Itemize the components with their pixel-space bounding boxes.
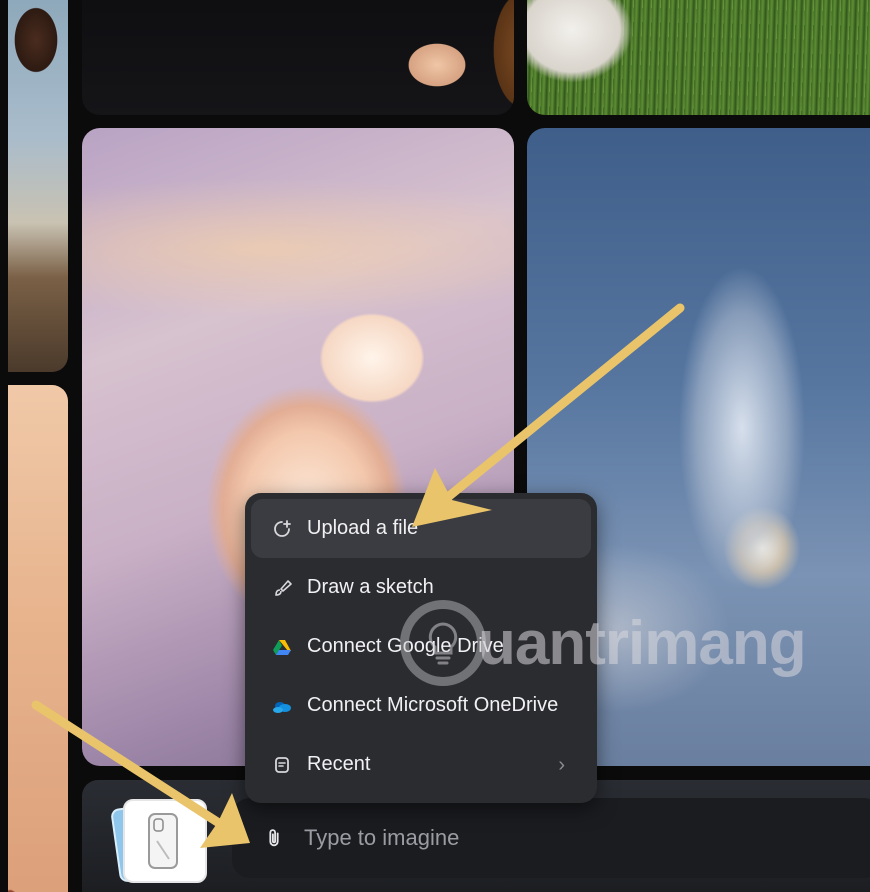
prompt-composer: [232, 798, 870, 878]
attachment-thumbnail-phone: [123, 799, 207, 883]
onedrive-icon: [271, 695, 293, 717]
menu-item-label: Connect Google Drive: [307, 635, 504, 657]
menu-item-label: Recent: [307, 753, 371, 775]
paperclip-icon: [269, 829, 279, 847]
menu-item-recent[interactable]: Recent ›: [251, 735, 591, 794]
chevron-right-icon: ›: [558, 754, 565, 776]
menu-item-label: Draw a sketch: [307, 576, 434, 598]
attach-button[interactable]: [254, 818, 294, 858]
recent-icon: [271, 754, 293, 776]
gallery-image-horse[interactable]: [8, 0, 68, 372]
gallery-image-grass[interactable]: [527, 0, 870, 115]
menu-item-onedrive[interactable]: Connect Microsoft OneDrive: [251, 676, 591, 735]
attach-menu: Upload a file Draw a sketch Connect Goog…: [245, 493, 597, 803]
menu-item-google-drive[interactable]: Connect Google Drive: [251, 617, 591, 676]
menu-item-upload-file[interactable]: Upload a file: [251, 499, 591, 558]
menu-item-label: Upload a file: [307, 517, 419, 539]
attachment-thumbnails[interactable]: [110, 797, 210, 883]
menu-item-label: Connect Microsoft OneDrive: [307, 694, 559, 716]
upload-file-icon: [271, 518, 293, 540]
gallery-image-ear[interactable]: [8, 385, 68, 892]
google-drive-icon: [271, 636, 293, 658]
phone-case-icon: [148, 813, 178, 869]
menu-item-draw-sketch[interactable]: Draw a sketch: [251, 558, 591, 617]
prompt-input[interactable]: [302, 817, 870, 859]
brush-icon: [271, 577, 293, 599]
gallery-image-dress[interactable]: [82, 0, 514, 115]
